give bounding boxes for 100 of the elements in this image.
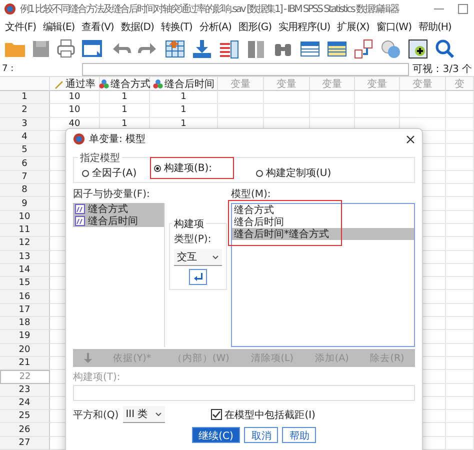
intercept-checkbox[interactable]: 在模型中包括截距(I) — [210, 408, 316, 422]
list-item[interactable]: 缝合后时间*缝合方式 — [232, 228, 414, 240]
menu-item[interactable]: 编辑(E) — [41, 20, 77, 34]
window-icon[interactable] — [81, 38, 105, 60]
image-plus-icon[interactable] — [407, 38, 429, 60]
radio-option[interactable]: 构建项(B): — [150, 157, 234, 179]
row-number[interactable]: 27 — [0, 436, 50, 450]
move-button[interactable] — [189, 269, 207, 285]
list-item[interactable]: 缝合后时间 — [232, 216, 414, 228]
list-icon[interactable] — [218, 38, 240, 60]
table-cell: 10 — [50, 91, 100, 104]
label-icon[interactable] — [353, 38, 375, 60]
menu-item[interactable]: 查看(V) — [80, 20, 116, 34]
row-number[interactable]: 6 — [0, 157, 50, 171]
row-number[interactable]: 13 — [0, 250, 50, 264]
visible-count: 可视：3/3 个 — [412, 62, 472, 76]
menu-item[interactable]: 转换(T) — [158, 20, 194, 34]
printer-icon[interactable] — [56, 38, 76, 60]
dialog-button[interactable]: 取消 — [244, 427, 278, 443]
corner-cell[interactable] — [0, 77, 50, 91]
table-cell: 1 — [150, 104, 218, 118]
row-number[interactable]: 16 — [0, 290, 50, 304]
row-number[interactable]: 21 — [0, 356, 50, 370]
field-label: 构建项(T): — [73, 370, 122, 384]
row-number[interactable]: 15 — [0, 277, 50, 290]
row-number[interactable]: 11 — [0, 224, 50, 238]
list-label: 因子与协变量(F): — [73, 188, 151, 201]
table-cell — [446, 423, 474, 437]
table-cell — [446, 237, 474, 251]
row-number[interactable]: 4 — [0, 130, 50, 144]
row-number[interactable]: 10 — [0, 210, 50, 224]
table-cell — [446, 344, 474, 357]
close-icon[interactable] — [406, 134, 415, 144]
table-cell — [446, 104, 474, 118]
table-cell — [446, 130, 474, 144]
columns-icon[interactable] — [245, 38, 267, 60]
row-number[interactable]: 8 — [0, 184, 50, 198]
radio-option[interactable]: 全因子(A) — [78, 164, 148, 182]
list-item[interactable]: 缝合方式 — [232, 204, 414, 216]
row-number[interactable]: 20 — [0, 344, 50, 357]
table-cell: 1 — [150, 91, 218, 104]
row-number[interactable]: 22 — [0, 370, 50, 384]
list-label: 模型(M): — [231, 188, 272, 201]
table-cell — [446, 157, 474, 171]
app-icon — [4, 3, 16, 15]
term-field[interactable] — [73, 385, 415, 401]
menu-item[interactable]: 文件(F) — [3, 20, 38, 34]
group-title: 构建项 — [172, 217, 206, 231]
search-icon[interactable] — [434, 38, 456, 60]
checkbox-icon — [210, 409, 222, 420]
menu-item[interactable]: 扩展(X) — [335, 20, 372, 34]
table-cell — [446, 250, 474, 264]
table-cell — [446, 224, 474, 238]
table-cell — [446, 330, 474, 344]
row-number[interactable]: 14 — [0, 264, 50, 278]
row-number[interactable]: 7 — [0, 170, 50, 184]
table-cell — [446, 396, 474, 410]
chevron-icon — [154, 412, 162, 416]
grid-icon[interactable] — [164, 38, 186, 60]
table-cell — [446, 170, 474, 184]
menu-item[interactable]: 图形(G) — [236, 20, 274, 34]
table-cell — [446, 436, 474, 450]
dialog-title: 单变量: 模型 — [89, 132, 146, 146]
menu-item[interactable]: 数据(D) — [118, 20, 156, 34]
menu-item[interactable]: 分析(A) — [197, 20, 234, 34]
row-number[interactable]: 26 — [0, 423, 50, 437]
download-icon[interactable] — [191, 38, 213, 60]
radio-option[interactable]: 构建定制项(U) — [252, 164, 336, 182]
circles-icon[interactable] — [380, 38, 402, 60]
row-number[interactable]: 12 — [0, 237, 50, 251]
factor-list[interactable]: 缝合方式 缝合后时间 — [73, 203, 165, 347]
row-number[interactable]: 18 — [0, 317, 50, 330]
table-cell — [446, 264, 474, 278]
row-number[interactable]: 2 — [0, 104, 50, 118]
row-number[interactable]: 19 — [0, 330, 50, 344]
menu-item[interactable]: 窗口(W) — [374, 20, 414, 34]
row-number[interactable]: 1 — [0, 91, 50, 104]
maximize-icon[interactable] — [458, 4, 468, 14]
row-number[interactable]: 23 — [0, 384, 50, 397]
cell-value-field[interactable] — [82, 62, 409, 76]
table-cell — [446, 410, 474, 424]
menu-item[interactable]: 实用程序(U) — [276, 20, 332, 34]
down-arrow-icon — [84, 353, 92, 363]
type-dropdown[interactable]: 交互 — [174, 249, 222, 266]
table-cell — [446, 144, 474, 158]
row-number[interactable]: 17 — [0, 304, 50, 318]
table-cell: 10 — [50, 104, 100, 118]
row-number[interactable]: 5 — [0, 144, 50, 158]
table-cell: 1 — [100, 104, 150, 118]
dialog-button[interactable]: 帮助 — [282, 427, 316, 443]
menu-item[interactable]: 帮助(H) — [416, 20, 454, 34]
app-icon — [73, 133, 85, 145]
row-number[interactable]: 9 — [0, 197, 50, 211]
sum-of-squares-dropdown[interactable]: III 类 — [122, 406, 165, 423]
row-number[interactable]: 24 — [0, 396, 50, 410]
table-cell — [446, 356, 474, 370]
row-number[interactable]: 3 — [0, 118, 50, 131]
model-list[interactable]: 缝合方式 缝合后时间 缝合后时间*缝合方式 — [231, 203, 415, 347]
row-number[interactable]: 25 — [0, 410, 50, 424]
dialog-button[interactable]: 继续(C) — [192, 427, 240, 443]
